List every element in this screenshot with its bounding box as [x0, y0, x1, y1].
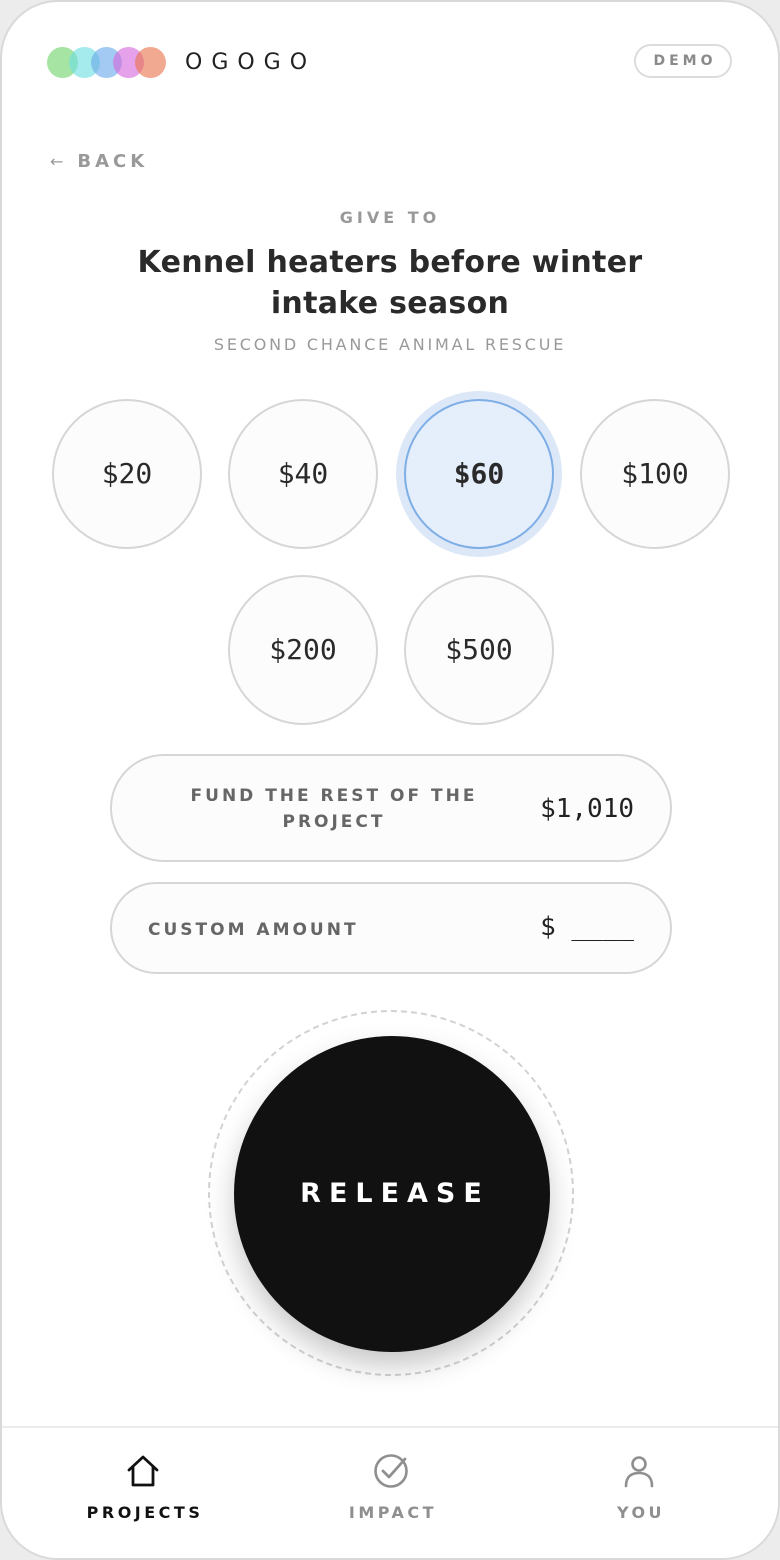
demo-badge: DEMO [634, 44, 732, 78]
tab-projects[interactable]: PROJECTS [43, 1452, 243, 1542]
tab-you[interactable]: YOU [539, 1452, 739, 1542]
tab-projects-label: PROJECTS [86, 1503, 204, 1522]
tab-impact-label: IMPACT [348, 1503, 438, 1522]
custom-amount-field[interactable]: CUSTOM AMOUNT $ ____ [110, 882, 672, 974]
amount-option-40[interactable]: $40 [228, 399, 378, 549]
fund-rest-button[interactable]: FUND THE REST OF THE PROJECT $1,010 [110, 754, 672, 862]
amount-option-60[interactable]: $60 [404, 399, 554, 549]
back-arrow-icon: ← [50, 152, 64, 171]
amount-option-200[interactable]: $200 [228, 575, 378, 725]
tab-impact[interactable]: IMPACT [291, 1452, 491, 1542]
fund-rest-value: $1,010 [540, 794, 634, 824]
organization-name: SECOND CHANCE ANIMAL RESCUE [213, 335, 567, 354]
bottom-nav: PROJECTS IMPACT YOU [2, 1426, 778, 1558]
custom-amount-value[interactable]: $ ____ [540, 912, 634, 942]
amount-option-100[interactable]: $100 [580, 399, 730, 549]
amount-option-20[interactable]: $20 [52, 399, 202, 549]
tab-you-label: YOU [616, 1503, 666, 1522]
home-icon [127, 1455, 159, 1487]
back-label: BACK [77, 151, 149, 172]
project-title: Kennel heaters before winter intake seas… [137, 245, 643, 321]
user-icon [624, 1456, 654, 1488]
amount-option-500[interactable]: $500 [404, 575, 554, 725]
logo-dot [135, 47, 166, 78]
check-circle-icon [374, 1454, 408, 1488]
brand-name: OGOGO [185, 50, 317, 75]
give-to-label: GIVE TO [339, 208, 441, 227]
fund-rest-label: FUND THE REST OF THE PROJECT [190, 786, 478, 832]
custom-amount-label: CUSTOM AMOUNT [148, 920, 359, 940]
phone-frame: OGOGO DEMO ← BACK GIVE TO Kennel heaters … [0, 0, 780, 1560]
logo [47, 47, 167, 79]
release-button[interactable]: RELEASE [234, 1036, 550, 1352]
back-button[interactable]: ← BACK [50, 148, 148, 176]
